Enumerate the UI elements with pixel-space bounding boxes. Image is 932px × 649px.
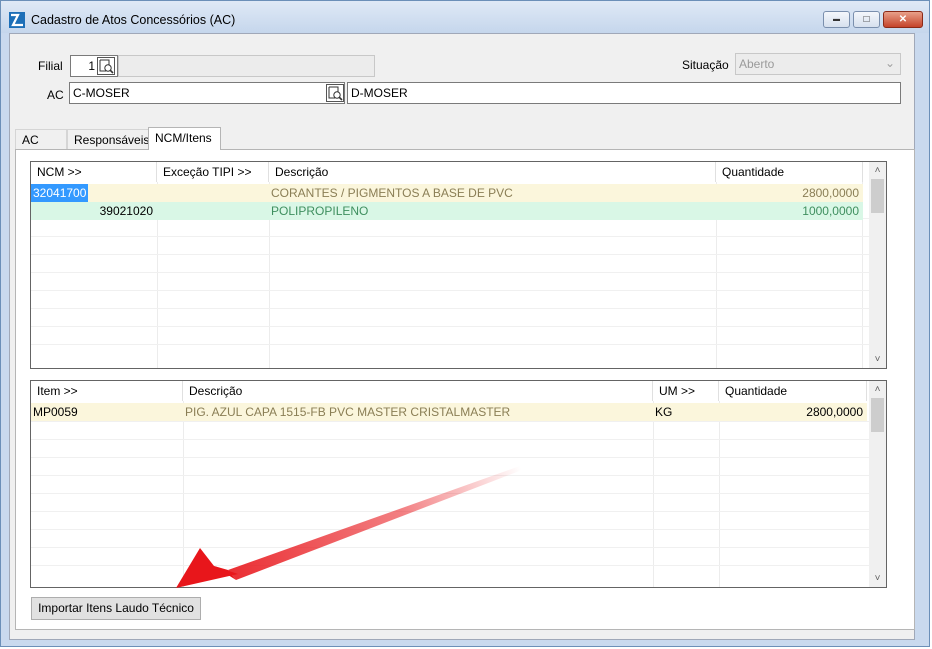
scrollbar-thumb[interactable] <box>871 179 884 213</box>
chevron-down-icon: ⌄ <box>884 56 895 70</box>
close-icon: ✕ <box>898 14 908 25</box>
table-row[interactable]: MP0059 PIG. AZUL CAPA 1515-FB PVC MASTER… <box>31 403 867 421</box>
row-divider <box>31 236 870 237</box>
descricao-cell[interactable]: POLIPROPILENO <box>271 202 368 220</box>
column-divider <box>719 401 720 587</box>
quantidade-cell[interactable]: 1000,0000 <box>802 202 859 220</box>
import-items-button[interactable]: Importar Itens Laudo Técnico <box>31 597 201 620</box>
item-grid-scrollbar[interactable]: ˄ ˅ <box>869 381 886 587</box>
row-divider <box>31 290 870 291</box>
row-divider <box>31 511 870 512</box>
tab-ncm-itens[interactable]: NCM/Itens <box>148 127 221 150</box>
um-header[interactable]: UM >> <box>653 381 719 401</box>
tab-responsaveis[interactable]: Responsáveis <box>67 129 149 149</box>
row-divider <box>31 326 870 327</box>
item-descricao-header[interactable]: Descrição <box>183 381 653 401</box>
situacao-label: Situação <box>682 58 729 72</box>
import-items-label: Importar Itens Laudo Técnico <box>38 601 194 615</box>
ncm-cell[interactable]: 32041700 <box>31 184 89 202</box>
row-divider <box>31 547 870 548</box>
row-divider <box>31 344 870 345</box>
close-button[interactable]: ✕ <box>883 11 923 28</box>
quantidade-header[interactable]: Quantidade <box>716 162 863 182</box>
item-quantidade-cell[interactable]: 2800,0000 <box>806 403 863 421</box>
ncm-header[interactable]: NCM >> <box>31 162 157 182</box>
descricao-cell[interactable]: CORANTES / PIGMENTOS A BASE DE PVC <box>271 184 513 202</box>
descricao-header[interactable]: Descrição <box>269 162 716 182</box>
row-divider <box>31 272 870 273</box>
ac-value: C-MOSER <box>73 86 130 100</box>
ac-lookup-icon[interactable] <box>326 84 344 102</box>
row-divider <box>31 308 870 309</box>
row-divider <box>31 565 870 566</box>
ncm-grid-scrollbar[interactable]: ˄ ˅ <box>869 162 886 368</box>
title-bar[interactable]: Cadastro de Atos Concessórios (AC) ▬ □ ✕ <box>1 1 929 33</box>
row-divider <box>31 529 870 530</box>
ac-label: AC <box>47 88 64 102</box>
quantidade-cell[interactable]: 2800,0000 <box>802 184 859 202</box>
filial-value: 1 <box>88 59 95 73</box>
ac-input[interactable]: C-MOSER <box>69 82 345 104</box>
table-row[interactable]: 39021020 POLIPROPILENO 1000,0000 <box>31 202 863 220</box>
ac-description-value: D-MOSER <box>351 86 408 100</box>
window-title: Cadastro de Atos Concessórios (AC) <box>31 13 236 27</box>
row-divider <box>31 421 870 422</box>
ncm-cell[interactable]: 39021020 <box>31 202 153 220</box>
maximize-button[interactable]: □ <box>853 11 880 28</box>
table-row[interactable]: 32041700 CORANTES / PIGMENTOS A BASE DE … <box>31 184 863 202</box>
tab-ac-label: AC <box>22 133 39 147</box>
item-descricao-cell[interactable]: PIG. AZUL CAPA 1515-FB PVC MASTER CRISTA… <box>185 403 510 421</box>
excecao-tipi-header[interactable]: Exceção TIPI >> <box>157 162 269 182</box>
row-divider <box>31 439 870 440</box>
scroll-down-icon[interactable]: ˅ <box>869 351 886 368</box>
minimize-button[interactable]: ▬ <box>823 11 850 28</box>
row-divider <box>31 457 870 458</box>
item-grid[interactable]: Item >> Descrição UM >> Quantidade MP005… <box>30 380 887 588</box>
ac-description-input[interactable]: D-MOSER <box>347 82 901 104</box>
maximize-icon: □ <box>863 14 870 25</box>
scroll-down-icon[interactable]: ˅ <box>869 570 886 587</box>
item-cell[interactable]: MP0059 <box>33 403 78 421</box>
tab-ncm-itens-label: NCM/Itens <box>155 131 212 145</box>
column-divider <box>183 401 184 587</box>
row-divider <box>31 493 870 494</box>
situacao-select[interactable]: Aberto ⌄ <box>735 53 901 75</box>
scrollbar-thumb[interactable] <box>871 398 884 432</box>
app-icon <box>9 12 25 28</box>
row-divider <box>31 475 870 476</box>
filial-lookup-icon[interactable] <box>97 57 115 75</box>
item-quantidade-header[interactable]: Quantidade <box>719 381 867 401</box>
ncm-grid[interactable]: NCM >> Exceção TIPI >> Descrição Quantid… <box>30 161 887 369</box>
tab-ac[interactable]: AC <box>15 129 67 149</box>
um-cell[interactable]: KG <box>655 403 672 421</box>
item-header[interactable]: Item >> <box>31 381 183 401</box>
scroll-up-icon[interactable]: ˄ <box>869 381 886 398</box>
tab-responsaveis-label: Responsáveis <box>74 133 150 147</box>
minimize-icon: ▬ <box>833 16 840 23</box>
filial-label: Filial <box>38 59 63 73</box>
filial-name-field <box>118 55 375 77</box>
row-divider <box>31 254 870 255</box>
scroll-up-icon[interactable]: ˄ <box>869 162 886 179</box>
situacao-value: Aberto <box>739 57 775 71</box>
column-divider <box>653 401 654 587</box>
